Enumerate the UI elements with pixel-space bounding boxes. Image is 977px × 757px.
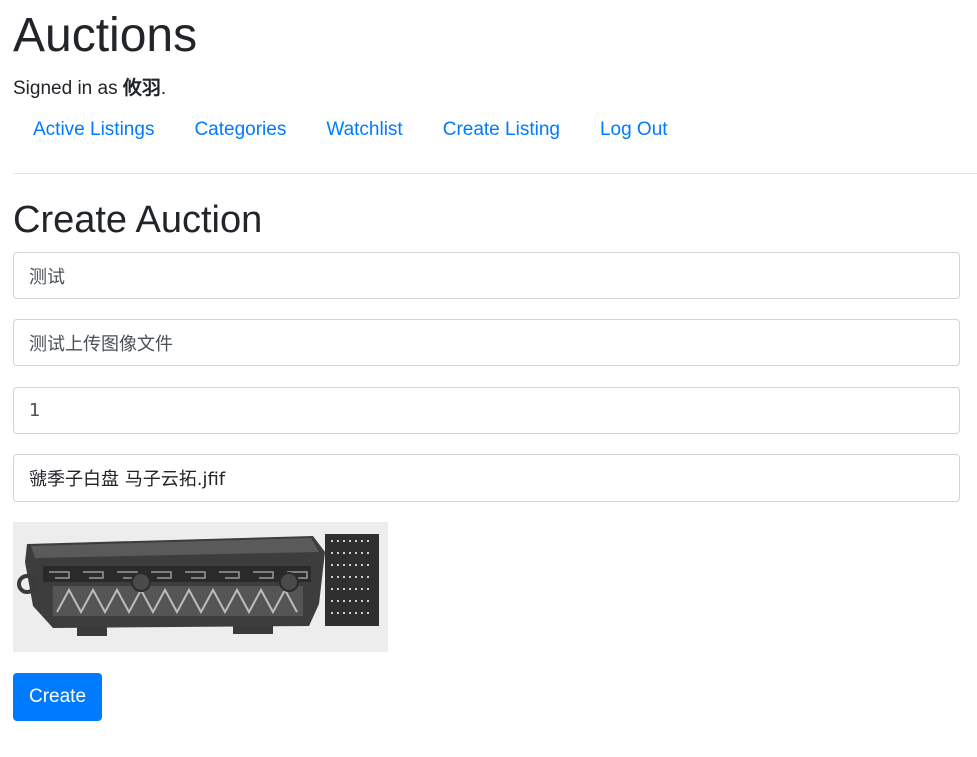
username: 攸羽: [122, 78, 161, 99]
image-preview: [13, 522, 388, 652]
main-nav: Active Listings Categories Watchlist Cre…: [13, 115, 688, 145]
signed-in-suffix: .: [160, 78, 167, 99]
nav-link-create-listing[interactable]: Create Listing: [423, 115, 580, 145]
title-input[interactable]: [13, 252, 960, 299]
site-title: Auctions: [13, 9, 198, 62]
file-name: 虢季子白盘 马子云拓.jfif: [29, 469, 226, 490]
nav-link-watchlist[interactable]: Watchlist: [306, 115, 422, 145]
header-divider: [13, 173, 977, 174]
page-title: Create Auction: [13, 199, 263, 241]
signed-in-prefix: Signed in as: [13, 78, 123, 99]
nav-item: Active Listings: [13, 115, 174, 145]
signed-in-status: Signed in as 攸羽.: [13, 77, 166, 101]
nav-link-active-listings[interactable]: Active Listings: [13, 115, 174, 145]
create-button[interactable]: Create: [13, 673, 102, 721]
nav-item: Watchlist: [306, 115, 422, 145]
nav-item: Categories: [174, 115, 306, 145]
nav-item: Create Listing: [423, 115, 580, 145]
nav-item: Log Out: [580, 115, 688, 145]
nav-link-log-out[interactable]: Log Out: [580, 115, 688, 145]
starting-bid-input[interactable]: [13, 387, 960, 434]
image-file-input[interactable]: 虢季子白盘 马子云拓.jfif: [13, 454, 960, 502]
description-input[interactable]: [13, 319, 960, 366]
nav-link-categories[interactable]: Categories: [174, 115, 306, 145]
